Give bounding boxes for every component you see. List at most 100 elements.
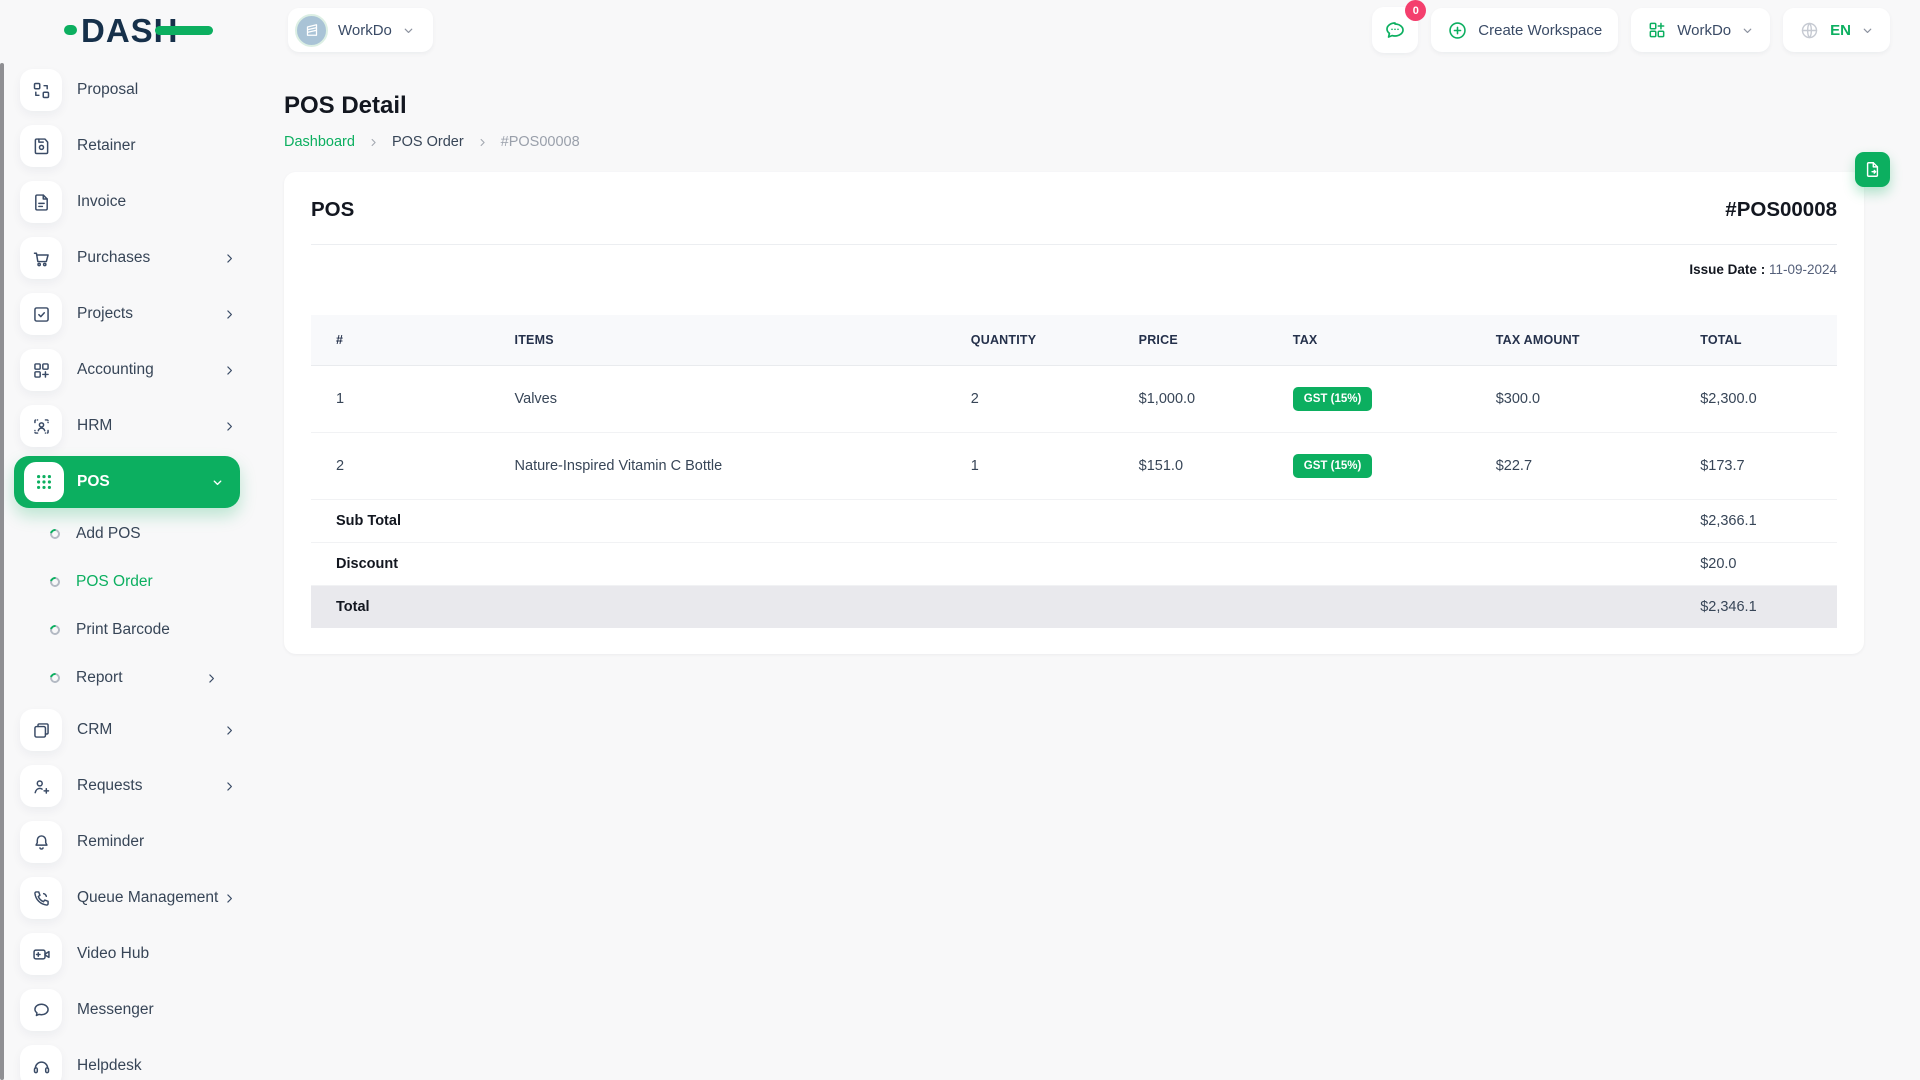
pos-dots-grid-icon [24, 462, 64, 502]
card-header: POS #POS00008 [311, 198, 1837, 245]
col-header-tax: TAX [1267, 315, 1471, 366]
create-workspace-label: Create Workspace [1478, 21, 1603, 39]
video-camera-icon [20, 933, 62, 975]
notification-count-badge: 0 [1405, 0, 1427, 21]
cell-quantity: 2 [945, 365, 1114, 433]
issue-date-value: 11-09-2024 [1765, 262, 1837, 277]
user-plus-icon [20, 765, 62, 807]
main-content: POS Detail Dashboard POS Order #POS00008 [260, 60, 1920, 1080]
cell-tax: GST (15%) [1267, 365, 1471, 433]
submenu-item-label: POS Order [76, 573, 153, 590]
subtotal-value: $2,366.1 [1675, 499, 1837, 543]
workspace-menu-button[interactable]: WorkDo [1631, 8, 1771, 52]
logo-dot [64, 25, 77, 35]
tax-badge: GST (15%) [1292, 454, 1373, 478]
issue-date-row: Issue Date : 11-09-2024 [311, 245, 1837, 277]
workspace-selector[interactable]: WorkDo [288, 8, 433, 52]
sidebar-item-queue-management[interactable]: Queue Management [0, 870, 260, 926]
card-title: POS [311, 198, 355, 221]
sidebar-item-accounting[interactable]: Accounting [0, 342, 260, 398]
subtotal-row: Sub Total $2,366.1 [311, 499, 1837, 543]
topbar: DASH WorkDo 0 Create Workspace WorkDo EN [0, 0, 1920, 60]
sidebar-item-label: Proposal [77, 81, 139, 98]
sidebar-item-crm[interactable]: CRM [0, 702, 260, 758]
projects-check-icon [20, 293, 62, 335]
language-label: EN [1830, 21, 1851, 39]
issue-date-label: Issue Date : [1689, 262, 1766, 277]
cell-item: Nature-Inspired Vitamin C Bottle [489, 432, 946, 500]
chevron-down-icon [211, 476, 224, 489]
retainer-icon [20, 125, 62, 167]
sidebar: Proposal Retainer Invoice Purchases Proj… [0, 60, 260, 1080]
bullet-icon [48, 623, 62, 637]
workspace-grid-icon [1647, 20, 1667, 40]
chevron-down-icon [1861, 24, 1874, 37]
bullet-icon [48, 527, 62, 541]
sidebar-item-requests[interactable]: Requests [0, 758, 260, 814]
sidebar-item-label: Purchases [77, 249, 151, 266]
sidebar-item-reminder[interactable]: Reminder [0, 814, 260, 870]
chevron-right-icon [223, 420, 236, 433]
sidebar-item-video-hub[interactable]: Video Hub [0, 926, 260, 982]
cell-price: $151.0 [1113, 432, 1268, 500]
sidebar-item-helpdesk[interactable]: Helpdesk [0, 1038, 260, 1080]
chevron-right-icon [477, 137, 488, 148]
sidebar-item-label: Queue Management [77, 889, 219, 906]
chevron-right-icon [223, 252, 236, 265]
submenu-item-label: Add POS [76, 525, 141, 542]
discount-value: $20.0 [1675, 542, 1837, 586]
pos-number: #POS00008 [1725, 198, 1837, 221]
logo-bar [154, 25, 213, 35]
submenu-item-pos-order[interactable]: POS Order [0, 558, 260, 606]
cell-price: $1,000.0 [1113, 365, 1268, 433]
submenu-item-label: Report [76, 669, 123, 686]
workspace-menu-label: WorkDo [1677, 21, 1732, 39]
phone-icon [20, 877, 62, 919]
table-header-row: # ITEMS QUANTITY PRICE TAX TAX AMOUNT TO… [311, 315, 1837, 366]
submenu-item-label: Print Barcode [76, 621, 170, 638]
chevron-right-icon [223, 892, 236, 905]
plus-circle-icon [1447, 20, 1468, 41]
sidebar-item-invoice[interactable]: Invoice [0, 174, 260, 230]
sidebar-scrollbar[interactable] [0, 63, 4, 1080]
sidebar-item-label: CRM [77, 721, 113, 738]
sidebar-item-proposal[interactable]: Proposal [0, 62, 260, 118]
crm-layers-icon [20, 709, 62, 751]
chevron-right-icon [368, 137, 379, 148]
message-bubble-icon [20, 989, 62, 1031]
cell-no: 1 [311, 365, 490, 433]
sidebar-item-purchases[interactable]: Purchases [0, 230, 260, 286]
discount-row: Discount $20.0 [311, 542, 1837, 586]
sidebar-item-hrm[interactable]: HRM [0, 398, 260, 454]
submenu-item-print-barcode[interactable]: Print Barcode [0, 606, 260, 654]
col-header-total: TOTAL [1675, 315, 1837, 366]
sidebar-item-pos[interactable]: POS [14, 456, 240, 508]
table-row: 1 Valves 2 $1,000.0 GST (15%) $300.0 $2,… [311, 365, 1837, 433]
export-pos-button[interactable] [1855, 152, 1890, 187]
sidebar-item-projects[interactable]: Projects [0, 286, 260, 342]
chevron-right-icon [223, 364, 236, 377]
chevron-down-icon [402, 24, 415, 37]
language-selector[interactable]: EN [1783, 8, 1890, 52]
sidebar-item-label: Invoice [77, 193, 127, 210]
breadcrumb-pos-order-link[interactable]: POS Order [392, 134, 464, 150]
page-title: POS Detail [284, 92, 407, 119]
chevron-right-icon [223, 308, 236, 321]
app-root: DASH WorkDo 0 Create Workspace WorkDo EN… [0, 0, 1920, 1080]
cell-tax: GST (15%) [1267, 432, 1471, 500]
sidebar-item-label: Helpdesk [77, 1057, 142, 1074]
sidebar-item-messenger[interactable]: Messenger [0, 982, 260, 1038]
logo-area: DASH [0, 14, 260, 47]
sidebar-item-retainer[interactable]: Retainer [0, 118, 260, 174]
globe-icon [1799, 20, 1820, 41]
breadcrumb-dashboard-link[interactable]: Dashboard [284, 134, 355, 150]
submenu-item-add-pos[interactable]: Add POS [0, 510, 260, 558]
submenu-item-report[interactable]: Report [0, 654, 260, 702]
app-logo[interactable]: DASH [64, 14, 213, 47]
total-row: Total $2,346.1 [311, 585, 1837, 628]
create-workspace-button[interactable]: Create Workspace [1431, 8, 1619, 52]
notifications-button[interactable]: 0 [1372, 0, 1427, 53]
chat-bubble-icon [1383, 18, 1407, 42]
subtotal-label: Sub Total [311, 499, 490, 543]
invoice-icon [20, 181, 62, 223]
